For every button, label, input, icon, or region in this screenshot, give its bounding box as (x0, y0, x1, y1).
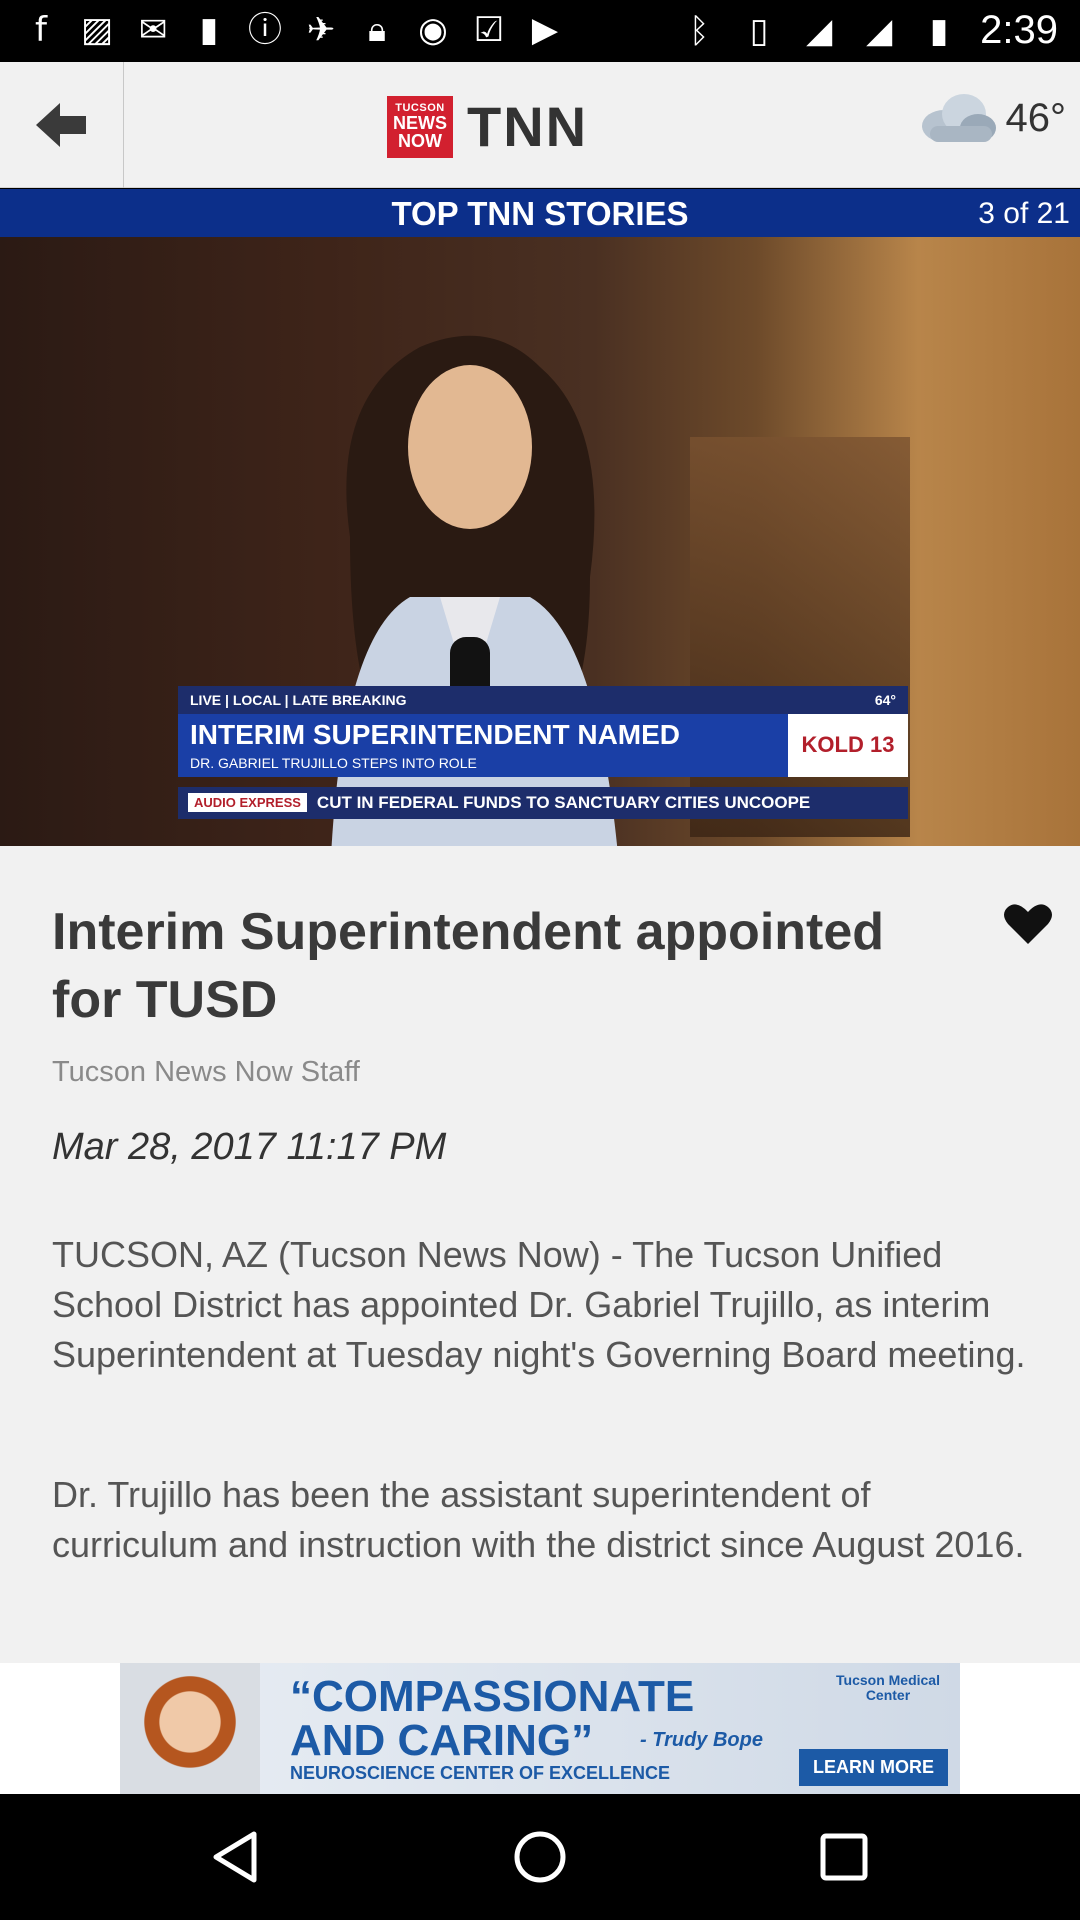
ad-banner[interactable]: “COMPASSIONATE AND CARING” - Trudy Bope … (120, 1663, 960, 1794)
briefcase-icon: ▶ (531, 10, 559, 50)
app-header: TUCSON NEWS NOW TNN 46° (0, 62, 1080, 188)
ticker-text: CUT IN FEDERAL FUNDS TO SANCTUARY CITIES… (316, 792, 811, 812)
section-bar: TOP TNN STORIES 3 of 21 (0, 189, 1080, 237)
article-date: Mar 28, 2017 11:17 PM (52, 1126, 447, 1168)
back-button[interactable] (0, 62, 124, 188)
kold-logo: KOLD 13 (788, 714, 908, 777)
battery-icon: ▮ (929, 10, 949, 51)
favorite-button[interactable] (1000, 898, 1056, 950)
nav-recents-button[interactable] (809, 1822, 879, 1892)
nav-back-button[interactable] (200, 1822, 270, 1892)
nav-home-button[interactable] (505, 1822, 575, 1892)
ad-subtitle: NEUROSCIENCE CENTER OF EXCELLENCE (290, 1763, 671, 1783)
square-recents-icon (820, 1833, 868, 1881)
logo-badge: TUCSON NEWS NOW (387, 95, 453, 158)
blank-icon: ▮ (199, 10, 219, 50)
lower-third-headline: INTERIM SUPERINTENDENT NAMED (190, 719, 681, 750)
chat-icon: ◉ (418, 10, 448, 50)
tnn-logo: TUCSON NEWS NOW TNN (387, 94, 588, 159)
heart-icon (1004, 904, 1052, 944)
gmail-icon: ✉ (138, 10, 168, 50)
section-title: TOP TNN STORIES (391, 195, 689, 232)
back-arrow-icon (35, 103, 86, 147)
weather-widget[interactable]: 46° (918, 90, 1067, 146)
inbox-icon: ☑ (473, 10, 505, 50)
article-paragraph: Dr. Trujillo has been the assistant supe… (52, 1474, 1025, 1565)
fake-gps-icon: ✈ (306, 10, 336, 50)
info-icon: ⓘ (248, 10, 282, 50)
status-time: 2:39 (980, 8, 1058, 52)
navigation-bar (0, 1794, 1080, 1920)
status-bar: f ▨ ✉ ▮ ⓘ ✈ 🔒︎ ◉ ☑ ▶ ᛒ ▯ ◢ ◢ ▮ 2:39 (0, 0, 1080, 62)
logo-text: TNN (467, 95, 589, 158)
triangle-back-icon (213, 1831, 257, 1883)
lower-third-subtitle: DR. GABRIEL TRUJILLO STEPS INTO ROLE (190, 754, 477, 771)
temperature: 46° (1005, 95, 1067, 140)
image-icon: ▨ (80, 10, 114, 50)
article-headline: Interim Superintendent appointed for TUS… (52, 903, 885, 1029)
cloud-icon (921, 94, 996, 142)
wifi-icon: ◢ (806, 10, 833, 51)
bluetooth-icon: ᛒ (688, 10, 710, 51)
ad-logo: Tucson Medical Center (836, 1672, 940, 1704)
ad-credit: - Trudy Bope (640, 1729, 763, 1751)
lower-third-tag: LIVE | LOCAL | LATE BREAKING (190, 692, 407, 708)
ad-photo (120, 1663, 260, 1794)
lock-icon: 🔒︎ (367, 10, 387, 50)
article-body: Interim Superintendent appointed for TUS… (0, 846, 1080, 1663)
article-paragraph: TUCSON, AZ (Tucson News Now) - The Tucso… (52, 1234, 1026, 1375)
news-lower-third: LIVE | LOCAL | LATE BREAKING 64° INTERIM… (178, 686, 908, 819)
signal-icon: ◢ (866, 10, 893, 51)
learn-more-button[interactable]: LEARN MORE (799, 1749, 948, 1786)
lower-third-temp: 64° (874, 692, 896, 708)
ticker-tag: AUDIO EXPRESS (188, 793, 307, 813)
facebook-icon: f (35, 10, 47, 50)
story-counter: 3 of 21 (978, 197, 1070, 230)
article-byline: Tucson News Now Staff (52, 1056, 360, 1088)
circle-home-icon (514, 1831, 566, 1883)
story-video-thumbnail[interactable]: LIVE | LOCAL | LATE BREAKING 64° INTERIM… (0, 237, 1080, 846)
ad-container: “COMPASSIONATE AND CARING” - Trudy Bope … (0, 1663, 1080, 1794)
vibrate-icon: ▯ (749, 10, 769, 51)
